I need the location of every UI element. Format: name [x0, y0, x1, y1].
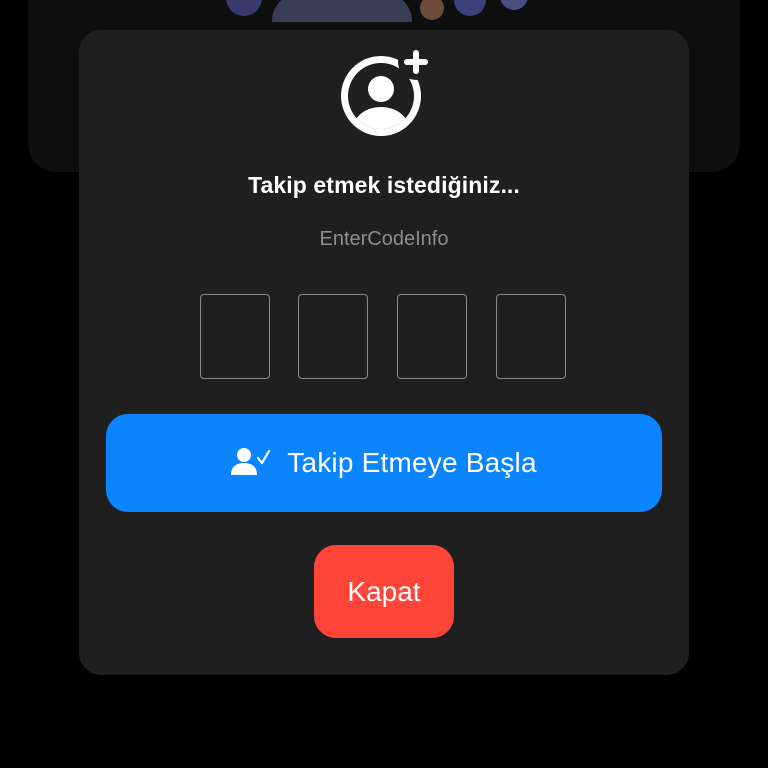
start-following-button[interactable]: Takip Etmeye Başla: [106, 414, 662, 512]
person-check-icon: [231, 448, 271, 475]
close-label: Kapat: [347, 575, 421, 607]
dialog-subtitle: EnterCodeInfo: [319, 228, 449, 250]
code-digit-1-input[interactable]: [200, 294, 270, 379]
code-digit-3-input[interactable]: [397, 294, 467, 379]
code-digit-2-input[interactable]: [298, 294, 368, 379]
person-add-icon: [341, 47, 432, 136]
dialog-title: Takip etmek istediğiniz...: [248, 172, 520, 198]
close-button[interactable]: Kapat: [314, 545, 454, 638]
code-input-row: [200, 294, 570, 382]
screen: Takip etmek istediğiniz... EnterCodeInfo…: [0, 0, 768, 768]
code-digit-4-input[interactable]: [496, 294, 566, 379]
background-illustration: [226, 0, 528, 22]
start-following-label: Takip Etmeye Başla: [287, 447, 537, 478]
